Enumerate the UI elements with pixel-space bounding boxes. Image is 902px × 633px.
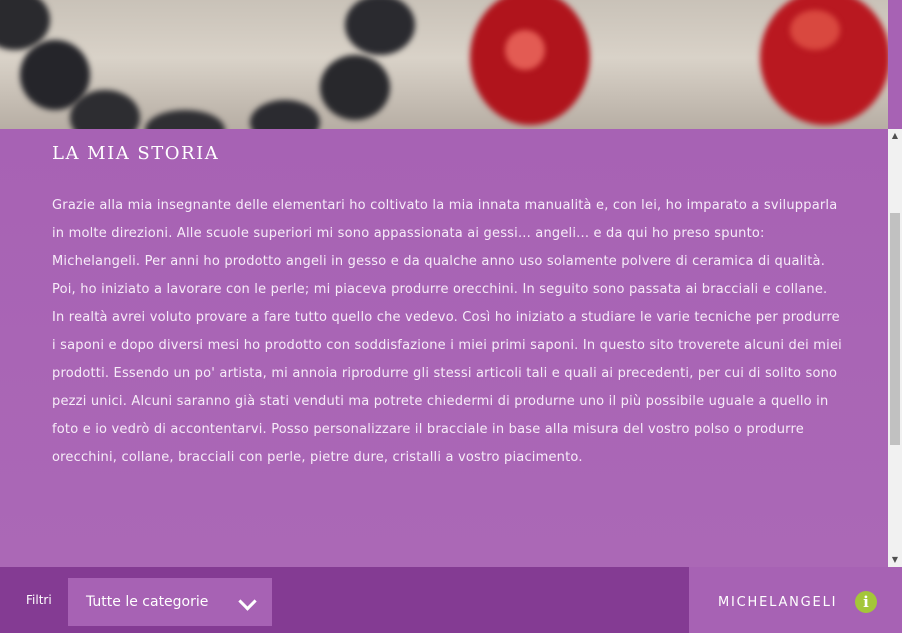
bead-red-highlight	[790, 10, 840, 50]
bead-dark	[345, 0, 415, 55]
brand-name: MICHELANGELI	[718, 595, 838, 610]
story-section: LA MIA STORIA Grazie alla mia insegnante…	[0, 129, 888, 567]
bead-dark	[320, 55, 390, 120]
bead-dark	[250, 100, 320, 129]
scroll-down-icon[interactable]: ▼	[888, 553, 902, 567]
scrollbar[interactable]: ▲ ▼	[888, 129, 902, 567]
page-title: LA MIA STORIA	[52, 143, 220, 164]
filter-bar: Filtri Tutte le categorie	[0, 567, 689, 633]
scroll-up-icon[interactable]: ▲	[888, 129, 902, 143]
story-text: Grazie alla mia insegnante delle element…	[52, 198, 842, 465]
category-select-value: Tutte le categorie	[86, 594, 209, 610]
bead-red-highlight	[505, 30, 545, 70]
filter-label: Filtri	[26, 593, 52, 607]
chevron-down-icon	[238, 592, 257, 611]
category-select[interactable]: Tutte le categorie	[68, 578, 272, 626]
info-icon[interactable]: i	[855, 591, 877, 613]
hero-image	[0, 0, 888, 129]
scroll-thumb[interactable]	[890, 213, 900, 445]
brand-box: MICHELANGELI i	[689, 567, 902, 633]
bead-dark	[145, 110, 225, 129]
